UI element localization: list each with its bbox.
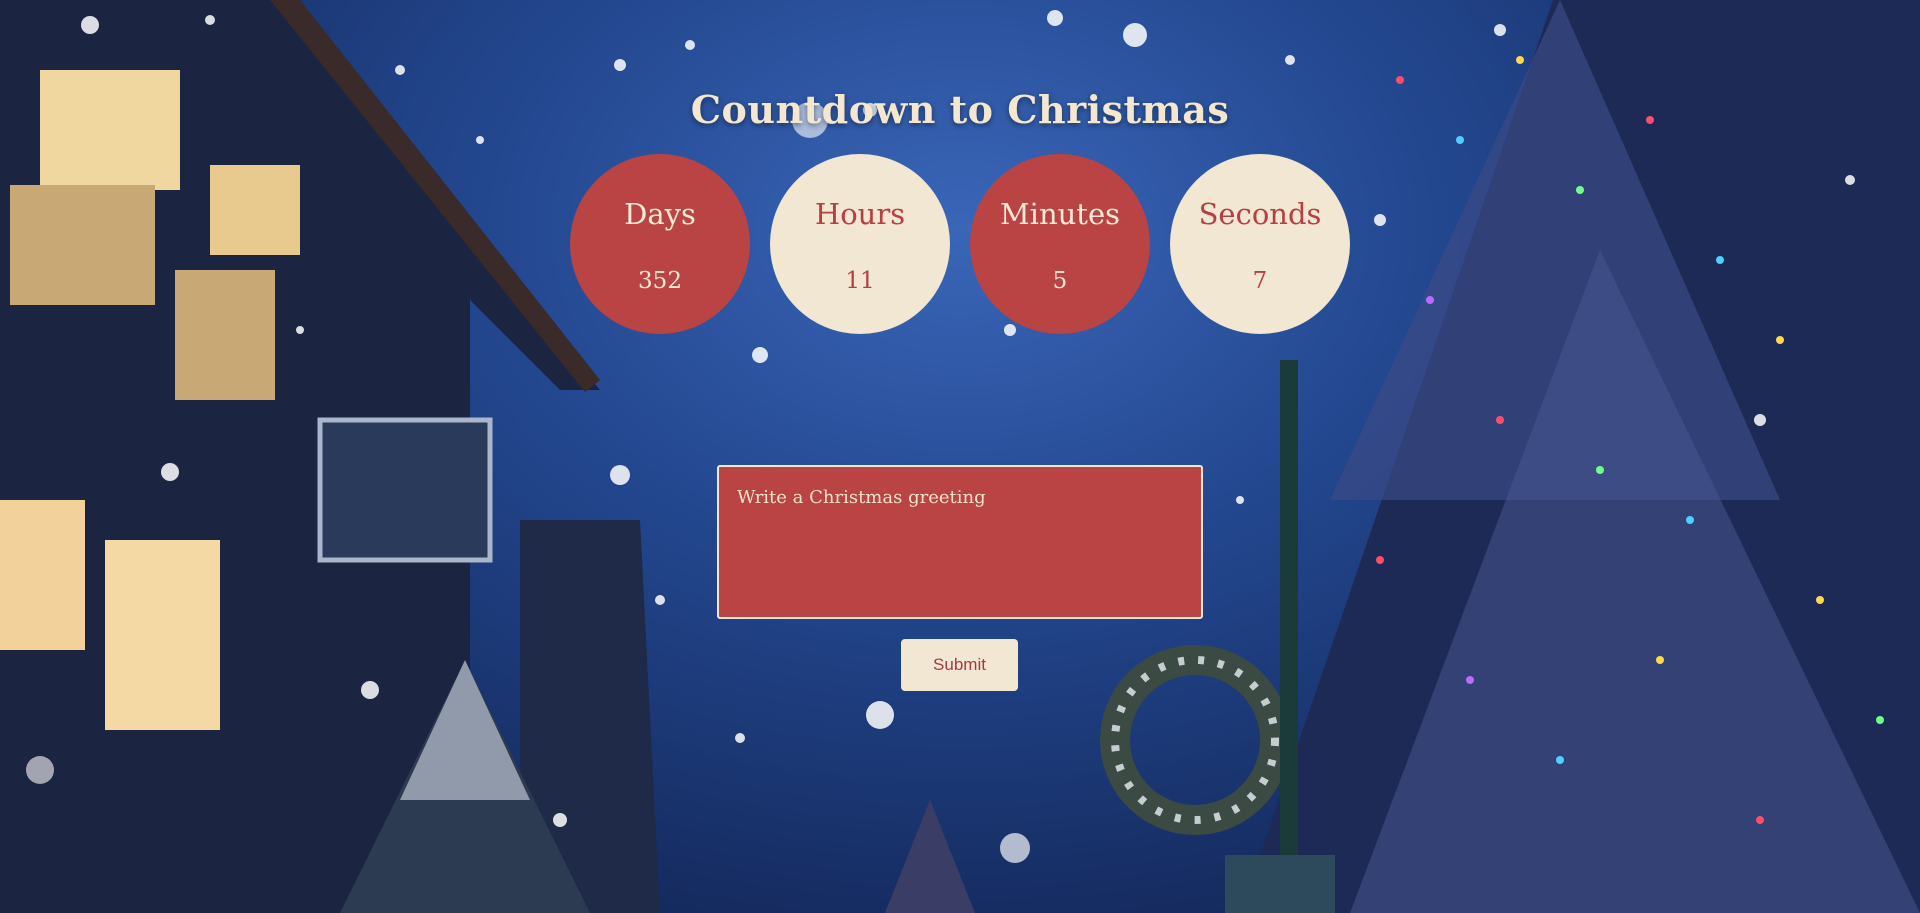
- countdown-hours: Hours 11: [770, 154, 950, 334]
- countdown-label: Hours: [814, 197, 906, 231]
- countdown-value: 7: [1252, 268, 1268, 294]
- greeting-textarea[interactable]: [717, 465, 1203, 619]
- countdown-value: 352: [638, 268, 682, 294]
- wreath-illustration: [1100, 645, 1290, 835]
- countdown-label: Days: [624, 197, 696, 231]
- submit-button[interactable]: Submit: [901, 639, 1018, 691]
- countdown-row: Days 352 Hours 11 Minutes 5 Seconds 7: [570, 154, 1350, 334]
- countdown-days: Days 352: [570, 154, 750, 334]
- countdown-label: Seconds: [1198, 197, 1322, 231]
- page-title: Countdown to Christmas: [690, 87, 1230, 133]
- countdown-label: Minutes: [999, 197, 1121, 231]
- countdown-value: 5: [1052, 268, 1068, 294]
- snowy-night-background: [0, 0, 1920, 913]
- countdown-value: 11: [845, 268, 875, 294]
- building-illustration: [0, 0, 660, 913]
- christmas-tree-illustration: [1240, 0, 1920, 913]
- countdown-minutes: Minutes 5: [970, 154, 1150, 334]
- countdown-seconds: Seconds 7: [1170, 154, 1350, 334]
